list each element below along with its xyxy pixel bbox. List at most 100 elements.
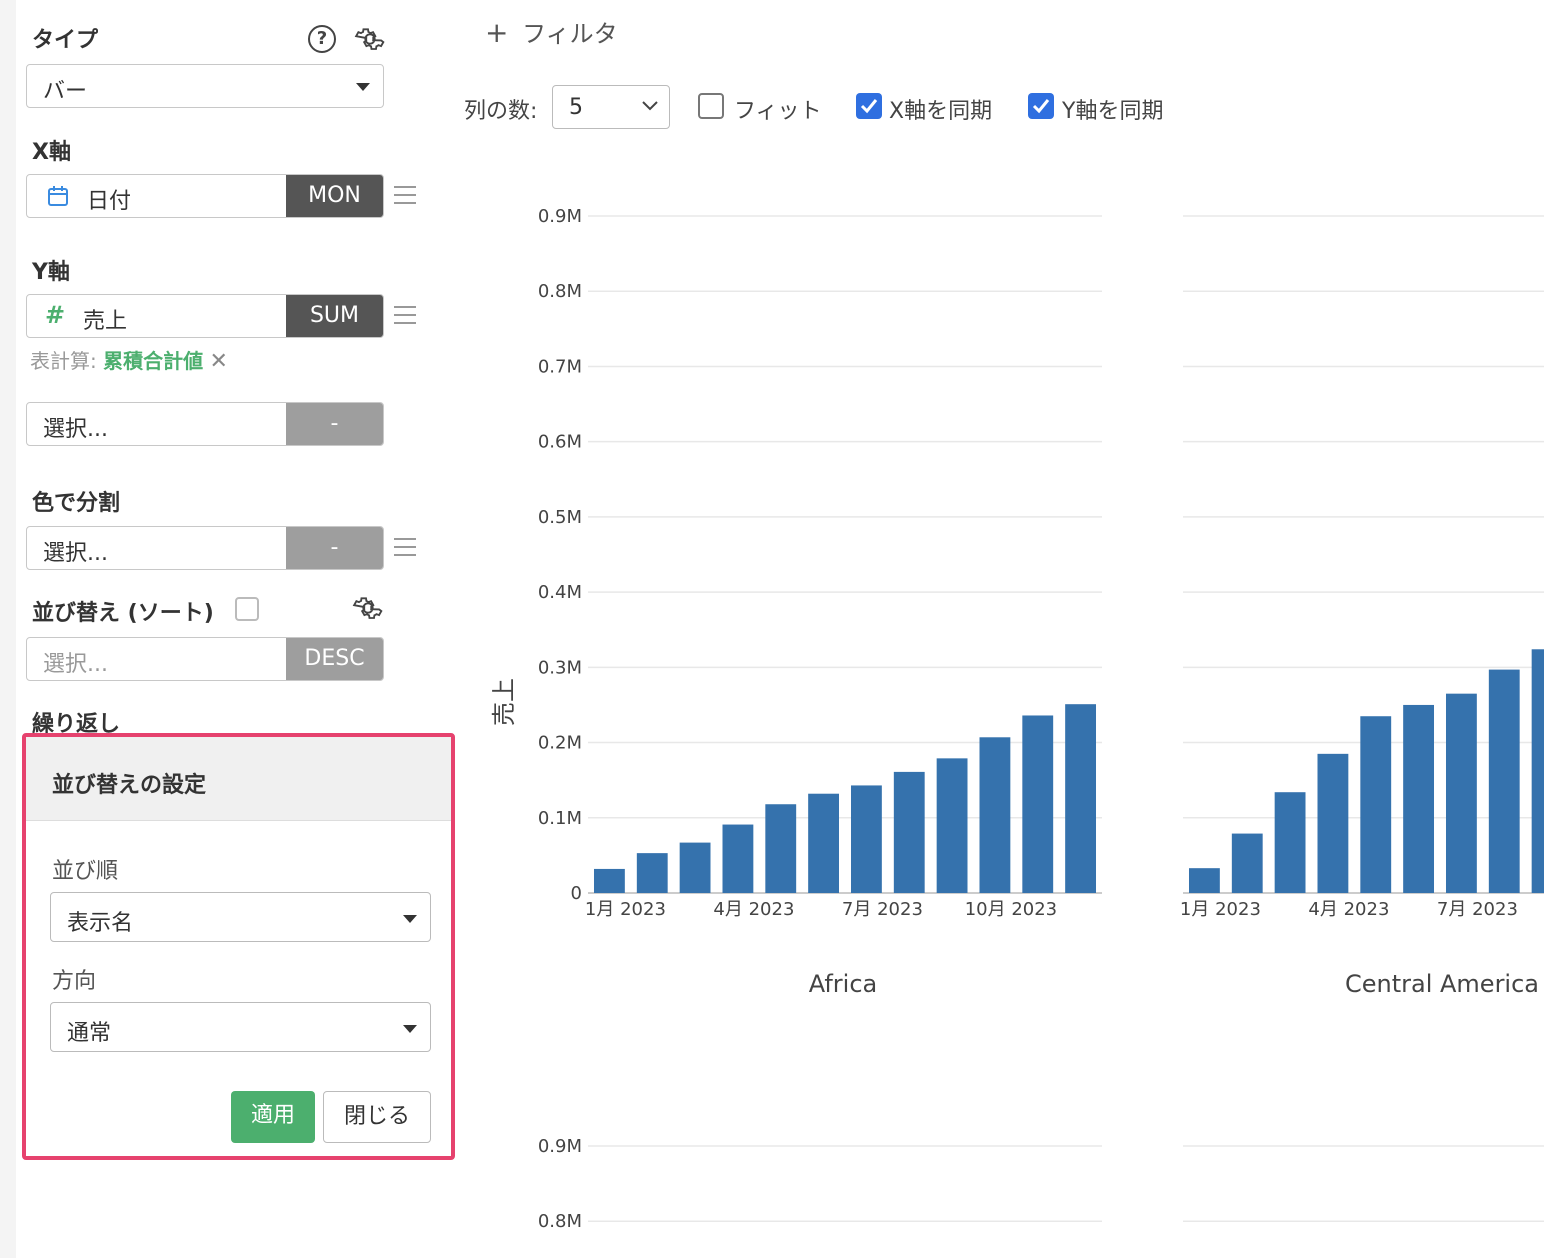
y-field-name: 売上 (83, 309, 128, 334)
fit-checkbox[interactable] (698, 93, 724, 119)
type-value: バー (43, 79, 88, 104)
direction-label: 方向 (52, 969, 97, 994)
table-calc-value[interactable]: 累積合計値 (103, 349, 203, 373)
y-tick-label: 0.6M (538, 432, 582, 453)
add-filter-button[interactable]: + フィルタ (485, 14, 618, 49)
y-tick-label: 0.8M (538, 281, 582, 302)
bar[interactable] (1403, 704, 1435, 893)
bar[interactable] (893, 771, 925, 893)
y-tick-label: 0.9M (538, 206, 582, 227)
chart-title-central-america: Central America (1345, 970, 1539, 998)
extra-select-value: 選択... (43, 417, 108, 442)
sort-label: 並び替え (ソート) (32, 601, 214, 626)
x-tick-label: 10月 2023 (965, 899, 1057, 920)
extra-agg-button[interactable]: - (286, 403, 383, 445)
x-tick-label: 1月 2023 (585, 899, 666, 920)
y-tick-label: 0.7M (538, 356, 582, 377)
bar[interactable] (636, 853, 668, 893)
table-calc-prefix: 表計算: (30, 349, 97, 373)
sync-x-label: X軸を同期 (889, 99, 993, 124)
bar[interactable] (1188, 868, 1220, 893)
gear-icon[interactable] (354, 23, 386, 55)
color-split-select[interactable]: 選択... - (26, 526, 384, 570)
x-agg-button[interactable]: MON (286, 175, 383, 217)
columns-value: 5 (569, 95, 583, 120)
filter-label: フィルタ (522, 20, 618, 48)
y-tick-label: 0 (571, 883, 582, 904)
number-hash-icon: # (45, 301, 66, 329)
extra-field-select[interactable]: 選択... - (26, 402, 384, 446)
bar[interactable] (1065, 704, 1097, 893)
bar[interactable] (850, 785, 882, 893)
bar[interactable] (765, 804, 797, 893)
y-tick-label: 0.4M (538, 582, 582, 603)
x-axis-field[interactable]: 日付 MON (26, 174, 384, 218)
bar[interactable] (808, 793, 840, 893)
color-agg-button[interactable]: - (286, 527, 383, 569)
direction-value: 通常 (67, 1021, 112, 1046)
x-tick-label: 7月 2023 (842, 899, 923, 920)
remove-icon[interactable]: ✕ (209, 349, 227, 374)
direction-select[interactable]: 通常 (50, 1002, 431, 1052)
chevron-down-icon (642, 101, 658, 111)
type-select[interactable]: バー (26, 64, 384, 108)
x-menu-icon[interactable] (394, 186, 416, 204)
sort-order-value: 表示名 (67, 911, 134, 936)
y-tick-label: 0.5M (538, 507, 582, 528)
y-agg-button[interactable]: SUM (286, 295, 383, 337)
bar[interactable] (979, 737, 1011, 893)
caret-down-icon (356, 83, 370, 91)
popup-title: 並び替えの設定 (26, 737, 451, 821)
sort-field-select[interactable]: 選択... DESC (26, 637, 384, 681)
sort-checkbox[interactable] (235, 597, 259, 621)
y-menu-icon[interactable] (394, 306, 416, 324)
y-tick-label: 0.1M (538, 808, 582, 829)
bar[interactable] (722, 824, 754, 893)
sort-dir-button[interactable]: DESC (286, 638, 383, 680)
columns-select[interactable]: 5 (552, 85, 670, 129)
sync-y-checkbox[interactable] (1028, 93, 1054, 119)
type-label: タイプ (32, 28, 99, 53)
y-axis-title: 売上 (490, 678, 518, 726)
sync-y-label: Y軸を同期 (1062, 99, 1164, 124)
bar[interactable] (936, 758, 968, 893)
table-calc: 表計算: 累積合計値 ✕ (30, 345, 228, 374)
bar[interactable] (1231, 833, 1263, 893)
bar[interactable] (1488, 669, 1520, 893)
apply-button[interactable]: 適用 (231, 1091, 315, 1143)
bar[interactable] (679, 842, 711, 893)
y-tick-label: 0.3M (538, 657, 582, 678)
chart-panel-third: 0.8M 0.9M (538, 1136, 1544, 1232)
sync-x-checkbox[interactable] (856, 93, 882, 119)
columns-label: 列の数: (464, 99, 538, 124)
bar[interactable] (1274, 792, 1306, 893)
color-select-value: 選択... (43, 541, 108, 566)
color-menu-icon[interactable] (394, 538, 416, 556)
chart-panel-central-america: 1月 2023 4月 2023 7月 2023 (1180, 215, 1544, 920)
bar[interactable] (1317, 753, 1349, 893)
help-icon[interactable]: ? (308, 25, 336, 53)
calendar-icon (48, 186, 68, 206)
chart-panel-africa: 0 0.1M 0.2M 0.3M 0.4M 0.5M 0.6M 0.7M 0.8M 0.9M 1月 … (538, 206, 1102, 920)
caret-down-icon (403, 1025, 417, 1033)
x-tick-label: 4月 2023 (1308, 899, 1389, 920)
sort-select-value: 選択... (43, 652, 108, 677)
plus-icon: + (485, 16, 509, 49)
y-axis-field[interactable]: # 売上 SUM (26, 294, 384, 338)
bar[interactable] (593, 868, 625, 893)
bar[interactable] (1022, 715, 1054, 893)
close-button[interactable]: 閉じる (323, 1091, 431, 1143)
chart-title-africa: Africa (809, 970, 877, 998)
y-tick-label: 0.2M (538, 733, 582, 754)
chart-area: 売上 0 0.1M 0.2M 0.3M 0.4M 0.5M 0.6M 0.7M 0.8M 0.9M… (490, 206, 1544, 1232)
sort-gear-icon[interactable] (352, 592, 384, 624)
bar[interactable] (1360, 716, 1392, 893)
y-tick-label: 0.9M (538, 1136, 582, 1157)
sort-order-select[interactable]: 表示名 (50, 892, 431, 942)
x-tick-label: 4月 2023 (713, 899, 794, 920)
x-field-name: 日付 (87, 189, 132, 214)
caret-down-icon (403, 915, 417, 923)
bar[interactable] (1531, 649, 1544, 893)
color-split-label: 色で分割 (32, 491, 121, 516)
bar[interactable] (1445, 693, 1477, 893)
